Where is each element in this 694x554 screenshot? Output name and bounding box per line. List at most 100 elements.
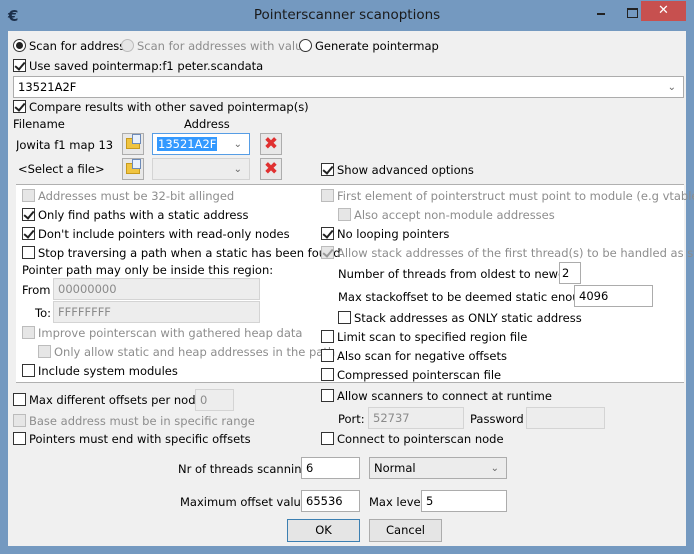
checkbox-indicator[interactable]: [321, 163, 334, 176]
only-static-paths-checkbox[interactable]: Only find paths with a static address: [22, 208, 248, 222]
checkbox-indicator[interactable]: [321, 349, 334, 362]
ok-button[interactable]: OK: [287, 519, 360, 542]
compare-address-combo-2[interactable]: ⌄: [152, 158, 250, 180]
improve-heap-data-checkbox[interactable]: Improve pointerscan with gathered heap d…: [22, 326, 302, 340]
checkbox-indicator[interactable]: [321, 368, 334, 381]
stop-traversing-checkbox[interactable]: Stop traversing a path when a static has…: [22, 246, 341, 260]
max-level-label: Max level: [369, 495, 424, 509]
compare-filename-1: Jowita f1 map 135:: [16, 138, 114, 152]
non-module-addresses-checkbox[interactable]: Also accept non-module addresses: [338, 208, 555, 222]
checkbox-indicator[interactable]: [321, 227, 334, 240]
show-advanced-options-checkbox[interactable]: Show advanced options: [321, 163, 474, 177]
checkbox-indicator[interactable]: [22, 246, 35, 259]
address-combo[interactable]: 13521A2F ⌄: [13, 76, 684, 98]
from-label: From: [22, 283, 51, 297]
checkbox-indicator[interactable]: [22, 189, 35, 202]
checkbox-indicator[interactable]: [321, 246, 334, 259]
checkbox-indicator[interactable]: [22, 208, 35, 221]
threads-scanning-label: Nr of threads scanning:: [178, 462, 313, 476]
checkbox-indicator[interactable]: [321, 330, 334, 343]
max-offsets-per-node-input[interactable]: 0: [195, 389, 234, 411]
delete-icon[interactable]: ✖: [260, 158, 282, 180]
stack-as-static-checkbox[interactable]: Allow stack addresses of the first threa…: [321, 246, 694, 260]
checkbox-indicator[interactable]: [321, 189, 334, 202]
compare-results-checkbox[interactable]: Compare results with other saved pointer…: [13, 100, 309, 114]
checkbox-indicator[interactable]: [22, 326, 35, 339]
radio-scan-for-address[interactable]: Scan for address: [13, 39, 125, 53]
delete-icon[interactable]: ✖: [260, 133, 282, 155]
region-from-input[interactable]: 00000000: [53, 278, 260, 300]
password-label: Password: [470, 412, 524, 426]
no-looping-pointers-checkbox[interactable]: No looping pointers: [321, 227, 449, 241]
minimize-icon[interactable]: [597, 4, 623, 24]
base-address-range-checkbox[interactable]: Base address must be in specific range: [13, 414, 255, 428]
max-offset-input[interactable]: 65536: [301, 490, 360, 512]
radio-label: Scan for addresses with value: [137, 39, 310, 53]
checkbox-indicator[interactable]: [338, 208, 351, 221]
password-input[interactable]: [526, 407, 605, 429]
allow-scanners-connect-checkbox[interactable]: Allow scanners to connect at runtime: [321, 389, 552, 403]
region-to-value: FFFFFFFF: [58, 305, 111, 319]
region-to-input[interactable]: FFFFFFFF: [53, 301, 260, 323]
no-readonly-nodes-checkbox[interactable]: Don't include pointers with read-only no…: [22, 227, 290, 241]
checkbox-label: Addresses must be 32-bit allinged: [38, 189, 235, 203]
open-file-button[interactable]: [122, 158, 144, 180]
checkbox-label: Include system modules: [38, 364, 178, 378]
threads-oldest-newest-input[interactable]: 2: [559, 262, 581, 284]
radio-indicator[interactable]: [299, 39, 312, 52]
chevron-down-icon[interactable]: ⌄: [234, 162, 242, 178]
max-offsets-per-node-checkbox[interactable]: Max different offsets per node:: [13, 393, 206, 407]
limit-region-file-checkbox[interactable]: Limit scan to specified region file: [321, 330, 527, 344]
thread-priority-value: Normal: [374, 461, 416, 475]
chevron-down-icon[interactable]: ⌄: [491, 461, 499, 477]
chevron-down-icon[interactable]: ⌄: [234, 137, 242, 153]
title-bar[interactable]: € Pointerscanner scanoptions ✕: [0, 0, 694, 31]
static-heap-only-checkbox[interactable]: Only allow static and heap addresses in …: [38, 345, 335, 359]
first-element-module-checkbox[interactable]: First element of pointerstruct must poin…: [321, 189, 694, 203]
end-specific-offsets-checkbox[interactable]: Pointers must end with specific offsets: [13, 432, 251, 446]
checkbox-label: Only allow static and heap addresses in …: [54, 345, 336, 359]
checkbox-indicator[interactable]: [13, 59, 26, 72]
compressed-file-checkbox[interactable]: Compressed pointerscan file: [321, 368, 501, 382]
folder-icon: [126, 134, 141, 149]
checkbox-indicator[interactable]: [38, 345, 51, 358]
checkbox-indicator[interactable]: [22, 227, 35, 240]
port-input[interactable]: 52737: [368, 407, 464, 429]
checkbox-label: Base address must be in specific range: [29, 414, 255, 428]
checkbox-label: Pointers must end with specific offsets: [29, 432, 251, 446]
max-level-input[interactable]: 5: [421, 490, 507, 512]
close-icon[interactable]: ✕: [641, 1, 686, 21]
max-stackoffset-input[interactable]: 4096: [574, 285, 653, 307]
cancel-button[interactable]: Cancel: [369, 519, 442, 542]
checkbox-indicator[interactable]: [321, 389, 334, 402]
radio-generate-pointermap[interactable]: Generate pointermap: [299, 39, 439, 53]
radio-indicator[interactable]: [13, 39, 26, 52]
checkbox-indicator[interactable]: [13, 414, 26, 427]
checkbox-label: No looping pointers: [337, 227, 450, 241]
radio-indicator[interactable]: [121, 39, 134, 52]
chevron-down-icon[interactable]: ⌄: [668, 80, 676, 96]
use-saved-pointermap-checkbox[interactable]: Use saved pointermap:f1 peter.scandata: [13, 59, 263, 73]
maximize-icon[interactable]: [623, 4, 643, 24]
compare-address-combo-1[interactable]: 13521A2F ⌄: [152, 133, 250, 155]
checkbox-indicator[interactable]: [321, 432, 334, 445]
threads-scanning-input[interactable]: 6: [301, 457, 360, 479]
checkbox-indicator[interactable]: [338, 311, 351, 324]
negative-offsets-checkbox[interactable]: Also scan for negative offsets: [321, 349, 507, 363]
connect-pointerscan-node-checkbox[interactable]: Connect to pointerscan node: [321, 432, 504, 446]
max-offset-value: 65536: [306, 494, 343, 508]
checkbox-label: Allow stack addresses of the first threa…: [337, 246, 694, 260]
include-system-modules-checkbox[interactable]: Include system modules: [22, 364, 178, 378]
checkbox-indicator[interactable]: [13, 100, 26, 113]
checkbox-label: Stack addresses as ONLY static address: [354, 311, 582, 325]
addresses-aligned-checkbox[interactable]: Addresses must be 32-bit allinged: [22, 189, 234, 203]
open-file-button[interactable]: [122, 133, 144, 155]
checkbox-indicator[interactable]: [13, 393, 26, 406]
checkbox-label: Only find paths with a static address: [38, 208, 249, 222]
thread-priority-select[interactable]: Normal ⌄: [369, 457, 507, 479]
radio-scan-for-addresses-with-value[interactable]: Scan for addresses with value: [121, 39, 309, 53]
stack-only-static-checkbox[interactable]: Stack addresses as ONLY static address: [338, 311, 582, 325]
checkbox-indicator[interactable]: [13, 432, 26, 445]
checkbox-label: Max different offsets per node:: [29, 393, 207, 407]
checkbox-indicator[interactable]: [22, 364, 35, 377]
